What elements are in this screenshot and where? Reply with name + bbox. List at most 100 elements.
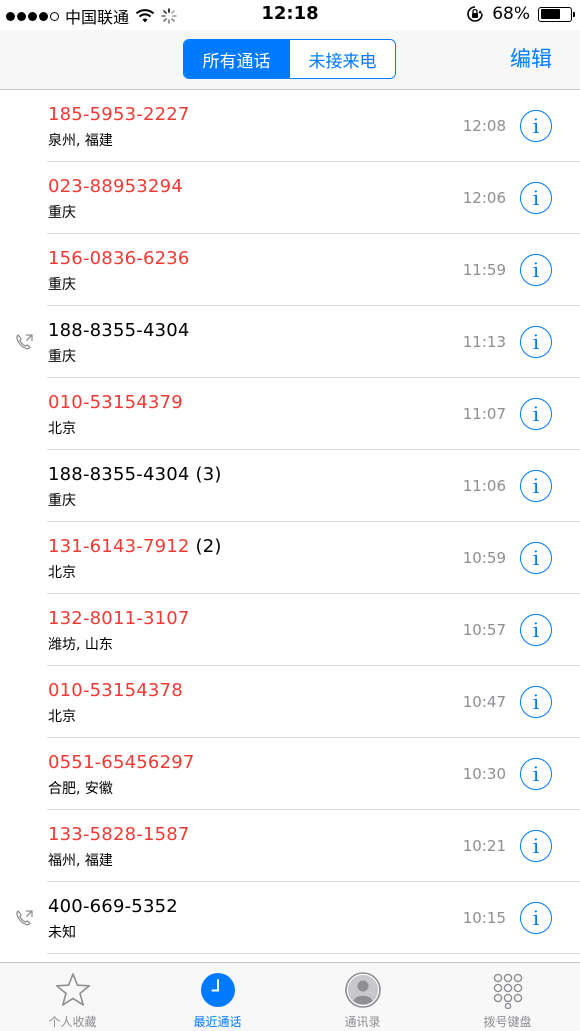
caller-number: 010-53154378 [48,680,183,701]
tab-label-recents: 最近通话 [193,1015,242,1029]
caller-number: 400-669-5352 [48,896,178,917]
segment-all-calls[interactable]: 所有通话 [184,40,289,78]
caller-location: 潍坊, 山东 [48,637,113,653]
call-count: (3) [195,464,222,485]
info-button[interactable]: i [520,398,552,430]
info-button[interactable]: i [520,326,552,358]
call-time: 11:13 [462,333,506,351]
call-time: 12:08 [462,117,506,135]
caller-location: 重庆 [48,277,76,293]
info-icon: i [532,546,540,570]
caller-number: 188-8355-4304 [48,320,190,341]
call-row[interactable]: 131-6143-7912 (2) 北京 10:59 i [0,522,580,594]
caller-number: 0551-65456297 [48,752,195,773]
caller-number: 133-5828-1587 [48,824,190,845]
outgoing-call-icon [16,910,33,926]
info-button[interactable]: i [520,902,552,934]
info-icon: i [532,330,540,354]
info-button[interactable]: i [520,182,552,214]
info-icon: i [532,906,540,930]
call-time: 10:21 [462,837,506,855]
info-button[interactable]: i [520,110,552,142]
info-icon: i [532,474,540,498]
star-icon [55,973,90,1006]
tab-label-keypad: 拨号键盘 [483,1015,532,1029]
call-row[interactable]: 023-88953294 重庆 12:06 i [0,162,580,234]
call-time: 10:30 [462,765,506,783]
caller-location: 合肥, 安徽 [48,781,113,797]
tab-contacts[interactable]: 通讯录 [290,963,435,1031]
caller-number-text: 133-5828-1587 [48,824,190,845]
tab-bar: 个人收藏 最近通话 通讯录 拨号键盘 [0,962,580,1031]
info-icon: i [532,186,540,210]
rotation-lock-icon [467,6,484,22]
info-button[interactable]: i [520,254,552,286]
edit-button[interactable]: 编辑 [510,43,552,73]
call-row[interactable]: 188-8355-4304 (3) 重庆 11:06 i [0,450,580,522]
tab-keypad[interactable]: 拨号键盘 [435,963,580,1031]
caller-number-text: 023-88953294 [48,176,183,197]
call-row[interactable]: 132-8011-3107 潍坊, 山东 10:57 i [0,594,580,666]
call-time: 11:59 [462,261,506,279]
caller-number: 132-8011-3107 [48,608,190,629]
caller-number: 023-88953294 [48,176,183,197]
caller-number: 188-8355-4304 (3) [48,464,222,485]
info-button[interactable]: i [520,542,552,574]
battery-icon [538,6,575,22]
outgoing-call-icon [16,334,33,350]
caller-location: 北京 [48,709,76,725]
call-row[interactable]: 010-53154378 北京 10:47 i [0,666,580,738]
info-button[interactable]: i [520,758,552,790]
caller-location: 北京 [48,421,76,437]
caller-number: 131-6143-7912 (2) [48,536,222,557]
clock-icon [200,973,235,1007]
caller-number-text: 010-53154378 [48,680,183,701]
info-button[interactable]: i [520,614,552,646]
status-bar: 中国联通 12:18 68% [0,0,580,30]
caller-number-text: 188-8355-4304 [48,320,190,341]
call-row[interactable]: 156-0836-6236 重庆 11:59 i [0,234,580,306]
caller-location: 重庆 [48,205,76,221]
caller-location: 泉州, 福建 [48,133,113,149]
call-row[interactable]: 188-8355-4304 重庆 11:13 i [0,306,580,378]
segment-missed-calls[interactable]: 未接来电 [289,40,395,78]
info-button[interactable]: i [520,830,552,862]
info-icon: i [532,762,540,786]
info-icon: i [532,402,540,426]
caller-number: 156-0836-6236 [48,248,190,269]
call-row[interactable]: 133-5828-1587 福州, 福建 10:21 i [0,810,580,882]
tab-favorites[interactable]: 个人收藏 [0,963,145,1031]
info-button[interactable]: i [520,470,552,502]
contacts-icon [344,972,381,1008]
call-filter-segmented-control: 所有通话 未接来电 [183,39,396,79]
caller-number: 010-53154379 [48,392,183,413]
caller-number-text: 132-8011-3107 [48,608,190,629]
call-time: 10:59 [462,549,506,567]
caller-location: 重庆 [48,493,76,509]
info-icon: i [532,618,540,642]
caller-number-text: 156-0836-6236 [48,248,190,269]
caller-number-text: 400-669-5352 [48,896,178,917]
caller-number-text: 010-53154379 [48,392,183,413]
call-row[interactable]: 185-5953-2227 泉州, 福建 12:08 i [0,90,580,162]
caller-number-text: 188-8355-4304 [48,464,190,485]
info-icon: i [532,114,540,138]
keypad-icon [493,973,522,1009]
info-icon: i [532,690,540,714]
tab-label-contacts: 通讯录 [344,1015,381,1029]
call-row[interactable]: 010-53154379 北京 11:07 i [0,378,580,450]
caller-number-text: 0551-65456297 [48,752,195,773]
caller-location: 北京 [48,565,76,581]
caller-number: 185-5953-2227 [48,104,190,125]
tab-recents[interactable]: 最近通话 [145,963,290,1031]
caller-number-text: 131-6143-7912 [48,536,190,557]
info-button[interactable]: i [520,686,552,718]
call-row[interactable]: 400-669-5352 未知 10:15 i [0,882,580,954]
caller-number-text: 185-5953-2227 [48,104,190,125]
recent-calls-list: 185-5953-2227 泉州, 福建 12:08 i 023-88953294 重庆 1… [0,90,580,954]
caller-location: 重庆 [48,349,76,365]
call-time: 10:15 [462,909,506,927]
call-count: (2) [195,536,222,557]
call-row[interactable]: 0551-65456297 合肥, 安徽 10:30 i [0,738,580,810]
info-icon: i [532,834,540,858]
